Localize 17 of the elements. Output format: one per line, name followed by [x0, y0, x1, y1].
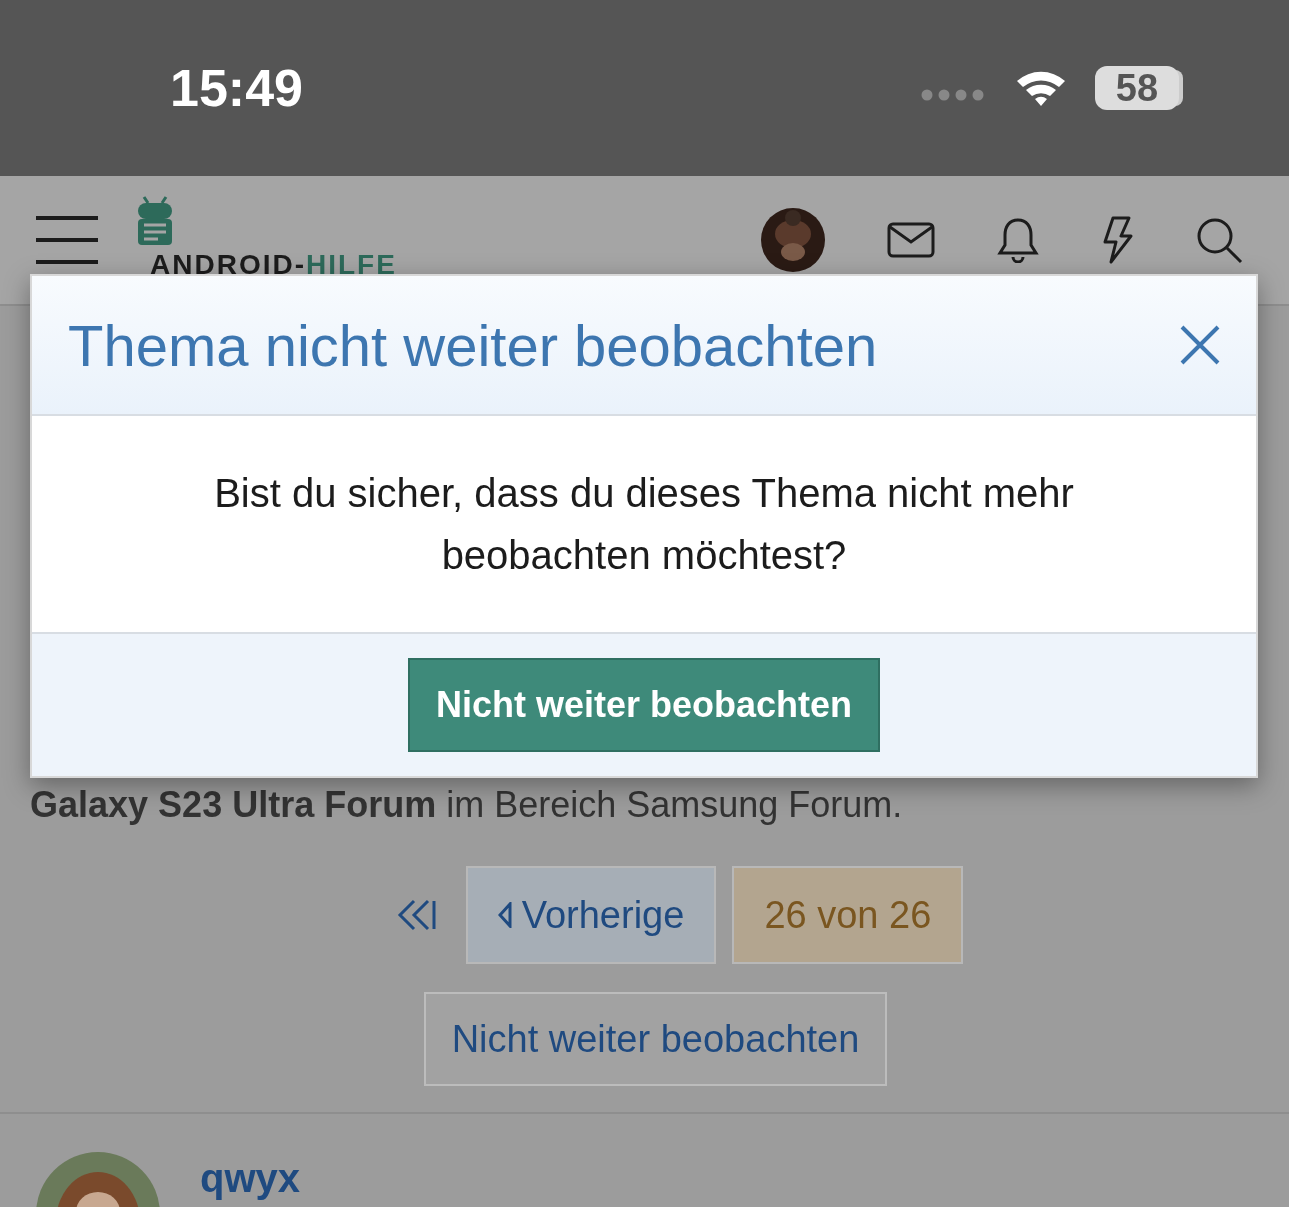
confirm-button[interactable]: Nicht weiter beobachten [407, 658, 881, 752]
dialog-message: Bist du sicher, dass du dieses Thema nicht mehr beobachten möchtest? [213, 470, 1075, 579]
page-indicator[interactable]: 26 von 26 [732, 866, 964, 964]
menu-icon[interactable] [34, 214, 100, 266]
first-page-icon[interactable] [395, 899, 438, 931]
mail-icon[interactable] [887, 222, 935, 258]
dialog-title: Thema nicht weiter beobachten [68, 311, 878, 379]
previous-page-button[interactable]: Vorherige [465, 866, 717, 964]
close-icon[interactable] [1180, 325, 1220, 365]
clock-time: 15:49 [170, 58, 303, 118]
unwatch-button[interactable]: Nicht weiter beobachten [423, 992, 888, 1086]
caret-left-icon [497, 902, 512, 928]
search-icon[interactable] [1195, 216, 1243, 264]
post-author[interactable]: qwyx [200, 1156, 301, 1207]
lightning-icon[interactable] [1101, 216, 1133, 264]
forum-location-text: Galaxy S23 Ultra Forum im Bereich Samsung Forum. [30, 784, 904, 826]
bell-icon[interactable] [997, 217, 1039, 263]
